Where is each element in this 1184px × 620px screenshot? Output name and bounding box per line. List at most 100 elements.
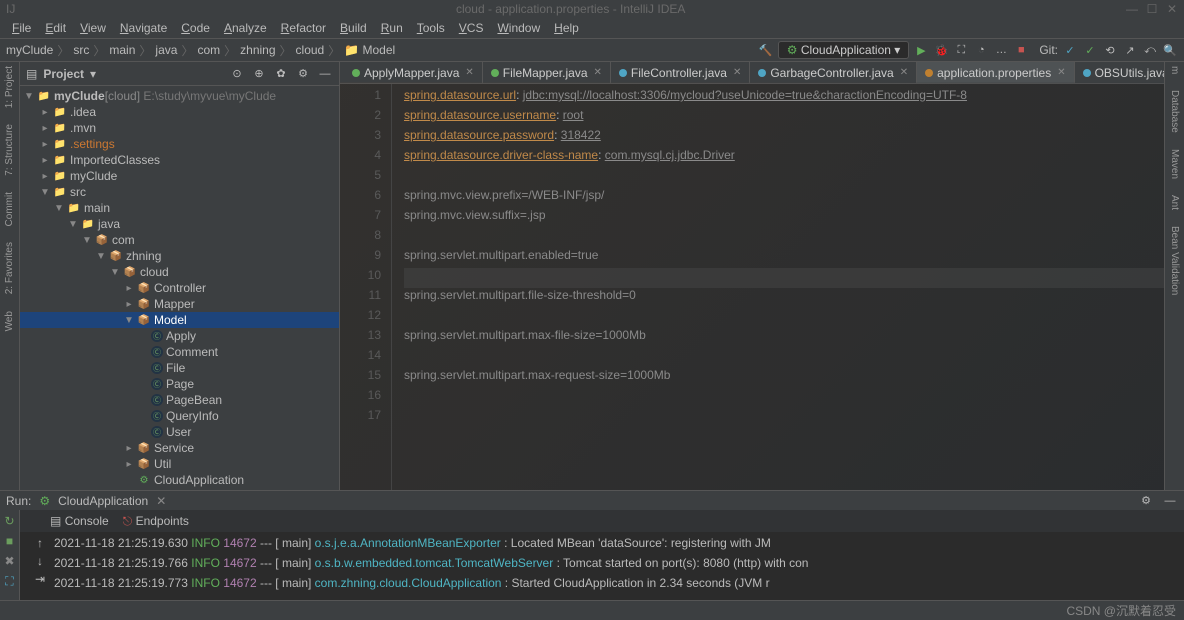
log-line[interactable]: 2021-11-18 21:25:19.766 INFO 14672 --- [… xyxy=(54,556,1178,576)
rerun-icon[interactable]: ↻ xyxy=(4,514,14,528)
menu-navigate[interactable]: Navigate xyxy=(114,19,173,37)
exit-icon[interactable]: ✖ xyxy=(4,554,14,568)
gear-icon[interactable]: ⚙ xyxy=(295,66,311,82)
code-line-14[interactable] xyxy=(404,348,1164,368)
close-icon[interactable]: ✕ xyxy=(594,67,602,78)
crumb-zhning[interactable]: zhning xyxy=(240,43,275,57)
tree-.mvn[interactable]: ▸📁.mvn xyxy=(20,120,339,136)
close-icon[interactable]: ✕ xyxy=(733,67,741,78)
right-tool-strip[interactable]: mDatabaseMavenAntBean Validation xyxy=(1164,62,1184,490)
git-update-icon[interactable]: ✓ xyxy=(1062,42,1078,58)
close-icon[interactable]: ✕ xyxy=(465,67,473,78)
close-icon[interactable]: ✕ xyxy=(900,67,908,78)
menu-build[interactable]: Build xyxy=(334,19,373,37)
hide-icon[interactable]: — xyxy=(1162,493,1178,509)
line-gutter[interactable]: 1234567891011121314151617 xyxy=(340,84,392,490)
crumb-myClude[interactable]: myClude xyxy=(6,43,53,57)
tree-root[interactable]: ▼📁myClude [cloud] E:\study\myvue\myClude xyxy=(20,88,339,104)
up-icon[interactable]: ↑ xyxy=(37,536,43,550)
menu-run[interactable]: Run xyxy=(375,19,409,37)
menu-help[interactable]: Help xyxy=(548,19,585,37)
menu-window[interactable]: Window xyxy=(491,19,546,37)
search-icon[interactable]: 🔍 xyxy=(1162,42,1178,58)
code-line-1[interactable]: spring.datasource.url: jdbc:mysql://loca… xyxy=(404,88,1164,108)
tool-favorites[interactable]: 2: Favorites xyxy=(4,242,15,294)
tree-service[interactable]: ▸📦Service xyxy=(20,440,339,456)
coverage-button[interactable]: ⛶ xyxy=(953,42,969,58)
wrap-icon[interactable]: ⇥ xyxy=(35,572,45,586)
tool-m[interactable]: m xyxy=(1169,66,1180,74)
tool-commit[interactable]: Commit xyxy=(4,192,15,226)
breadcrumb[interactable]: myClude〉src〉main〉java〉com〉zhning〉cloud〉📁… xyxy=(6,42,754,59)
tool-maven[interactable]: Maven xyxy=(1169,149,1180,179)
code-line-3[interactable]: spring.datasource.password: 318422 xyxy=(404,128,1164,148)
code-editor[interactable]: 1234567891011121314151617 spring.datasou… xyxy=(340,84,1164,490)
stop-icon[interactable]: ■ xyxy=(6,534,13,548)
tree-com[interactable]: ▼📦com xyxy=(20,232,339,248)
menu-code[interactable]: Code xyxy=(175,19,216,37)
tab-applymapperjava[interactable]: ApplyMapper.java✕ xyxy=(344,62,483,83)
close-tab-icon[interactable]: ✕ xyxy=(156,494,166,508)
code-line-2[interactable]: spring.datasource.username: root xyxy=(404,108,1164,128)
tree-comment[interactable]: ⒸComment xyxy=(20,344,339,360)
code-line-4[interactable]: spring.datasource.driver-class-name: com… xyxy=(404,148,1164,168)
tree-page[interactable]: ⒸPage xyxy=(20,376,339,392)
tool-web[interactable]: Web xyxy=(4,311,15,331)
layout-icon[interactable]: ⛶ xyxy=(5,574,13,589)
git-commit-icon[interactable]: ✓ xyxy=(1082,42,1098,58)
tree-myclude[interactable]: ▸📁myClude xyxy=(20,168,339,184)
tab-filemapperjava[interactable]: FileMapper.java✕ xyxy=(483,62,611,83)
code-line-8[interactable] xyxy=(404,228,1164,248)
code-line-16[interactable] xyxy=(404,388,1164,408)
tree-main[interactable]: ▼📁main xyxy=(20,200,339,216)
project-tree[interactable]: ▼📁myClude [cloud] E:\study\myvue\myClude… xyxy=(20,86,339,490)
menu-edit[interactable]: Edit xyxy=(39,19,72,37)
run-button[interactable]: ▶ xyxy=(913,42,929,58)
code-line-13[interactable]: spring.servlet.multipart.max-file-size=1… xyxy=(404,328,1164,348)
endpoints-tab[interactable]: ⎋ Endpoints xyxy=(123,514,189,529)
menu-vcs[interactable]: VCS xyxy=(453,19,490,37)
menu-file[interactable]: File xyxy=(6,19,37,37)
git-history-icon[interactable]: ⟲ xyxy=(1102,42,1118,58)
tab-applicationproperties[interactable]: application.properties✕ xyxy=(917,62,1074,83)
tool-beanvalidation[interactable]: Bean Validation xyxy=(1169,226,1180,295)
tree-controller[interactable]: ▸📦Controller xyxy=(20,280,339,296)
tree-importedclasses[interactable]: ▸📁ImportedClasses xyxy=(20,152,339,168)
tree-file[interactable]: ⒸFile xyxy=(20,360,339,376)
profile-button[interactable]: ◔ xyxy=(973,42,989,58)
console-tab[interactable]: ▤ Console xyxy=(50,514,109,528)
tree-mapper[interactable]: ▸📦Mapper xyxy=(20,296,339,312)
code-line-17[interactable] xyxy=(404,408,1164,428)
close-button[interactable]: ✕ xyxy=(1166,2,1178,16)
console-output[interactable]: ↑ ↓ ⇥ 2021-11-18 21:25:19.630 INFO 14672… xyxy=(20,532,1184,600)
tree-zhning[interactable]: ▼📦zhning xyxy=(20,248,339,264)
menu-refactor[interactable]: Refactor xyxy=(275,19,332,37)
crumb-src[interactable]: src xyxy=(73,43,89,57)
code-line-10[interactable] xyxy=(404,268,1164,288)
hide-icon[interactable]: — xyxy=(317,66,333,82)
code-line-12[interactable] xyxy=(404,308,1164,328)
menu-bar[interactable]: FileEditViewNavigateCodeAnalyzeRefactorB… xyxy=(0,18,1184,38)
menu-view[interactable]: View xyxy=(74,19,112,37)
tree-servletinitializer[interactable]: ⚙ServletInitializer xyxy=(20,488,339,490)
tool-project[interactable]: 1: Project xyxy=(4,66,15,108)
collapse-all-icon[interactable]: ✿ xyxy=(273,66,289,82)
tree-cloud[interactable]: ▼📦cloud xyxy=(20,264,339,280)
code-line-5[interactable] xyxy=(404,168,1164,188)
tree-util[interactable]: ▸📦Util xyxy=(20,456,339,472)
editor-tabs[interactable]: ApplyMapper.java✕FileMapper.java✕FileCon… xyxy=(340,62,1164,84)
project-title[interactable]: Project xyxy=(43,67,84,81)
code-line-15[interactable]: spring.servlet.multipart.max-request-siz… xyxy=(404,368,1164,388)
hammer-icon[interactable]: 🔨 xyxy=(758,42,774,58)
gear-icon[interactable]: ⚙ xyxy=(1138,493,1154,509)
tree-pagebean[interactable]: ⒸPageBean xyxy=(20,392,339,408)
tool-structure[interactable]: 7: Structure xyxy=(4,124,15,176)
expand-all-icon[interactable]: ⊕ xyxy=(251,66,267,82)
tool-database[interactable]: Database xyxy=(1169,90,1180,133)
attach-button[interactable]: … xyxy=(993,42,1009,58)
code-line-6[interactable]: spring.mvc.view.prefix=/WEB-INF/jsp/ xyxy=(404,188,1164,208)
log-line[interactable]: 2021-11-18 21:25:19.773 INFO 14672 --- [… xyxy=(54,576,1178,596)
run-side-toolbar[interactable]: ↻ ■ ✖ ⛶ xyxy=(0,510,20,600)
minimize-button[interactable]: — xyxy=(1126,2,1138,16)
left-tool-strip[interactable]: 1: Project 7: Structure Commit 2: Favorites… xyxy=(0,62,20,490)
